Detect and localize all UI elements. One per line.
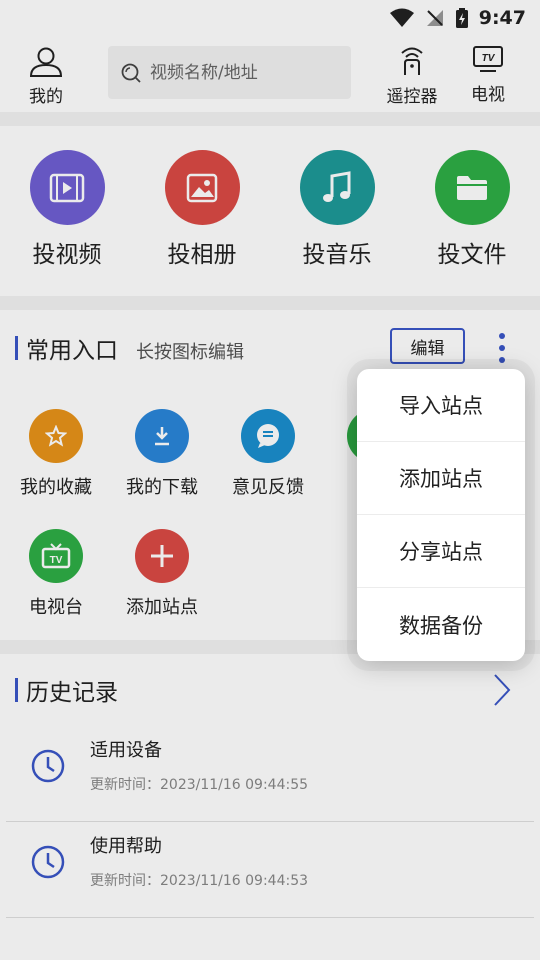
menu-item-add-site[interactable]: 添加站点 <box>357 442 525 515</box>
more-options-menu: 导入站点 添加站点 分享站点 数据备份 <box>357 369 525 661</box>
menu-item-share-site[interactable]: 分享站点 <box>357 515 525 588</box>
menu-item-import-site[interactable]: 导入站点 <box>357 369 525 442</box>
menu-item-backup-data[interactable]: 数据备份 <box>357 588 525 661</box>
